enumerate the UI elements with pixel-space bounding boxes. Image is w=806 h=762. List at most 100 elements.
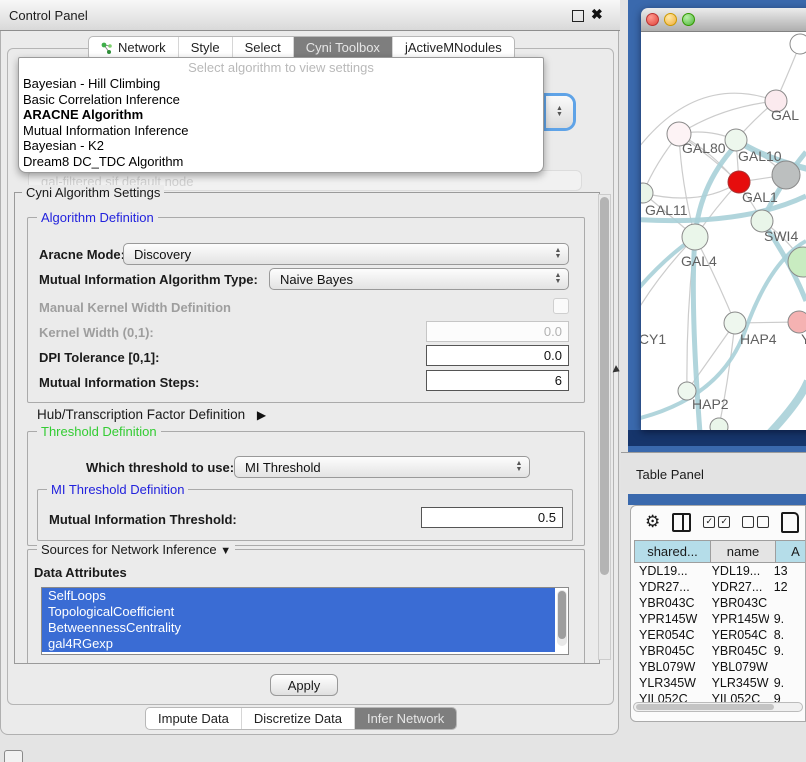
tab-style-label: Style bbox=[191, 40, 220, 55]
table-cell: 13 bbox=[769, 563, 806, 579]
network-canvas[interactable]: GALGAL80GAL10GAL1GAL11SWI4GAL4GCY1HAP4YH… bbox=[641, 32, 806, 430]
network-edge-thick[interactable] bbox=[770, 381, 806, 430]
tab-jactivemnodules-label: jActiveMNodules bbox=[405, 40, 502, 55]
algorithm-combo-stepper[interactable]: ▲▼ bbox=[546, 96, 573, 128]
dpi-tolerance-label: DPI Tolerance [0,1]: bbox=[39, 350, 159, 365]
apply-button[interactable]: Apply bbox=[270, 674, 338, 696]
select-all-icon[interactable]: ✓ ✓ bbox=[703, 516, 730, 528]
table-header-row: shared...nameA bbox=[634, 540, 806, 563]
table-cell: YLR345W bbox=[634, 675, 707, 691]
minimize-traffic-icon[interactable] bbox=[664, 13, 677, 26]
table-cell: 12 bbox=[769, 579, 806, 595]
settings-scrollbar[interactable] bbox=[598, 194, 611, 660]
settings-scrollbar-thumb[interactable] bbox=[600, 197, 609, 575]
table-row[interactable]: YDL19...YDL19...13 bbox=[634, 563, 806, 579]
kernel-width-field[interactable]: 0.0 bbox=[426, 321, 569, 342]
algorithm-dropdown-list: Select algorithm to view settings Bayesi… bbox=[18, 57, 544, 173]
zoom-traffic-icon[interactable] bbox=[682, 13, 695, 26]
mi-threshold-title: MI Threshold Definition bbox=[47, 482, 188, 497]
table-toolbar: ⚙ ✓ ✓ bbox=[631, 506, 806, 538]
network-node-label: HAP4 bbox=[740, 331, 777, 347]
tab-discretize-data[interactable]: Discretize Data bbox=[242, 708, 355, 729]
new-table-icon[interactable] bbox=[781, 512, 799, 533]
network-edge[interactable] bbox=[679, 101, 776, 134]
algorithm-option[interactable]: Basic Correlation Inference bbox=[19, 92, 543, 108]
table-row[interactable]: YPR145WYPR145W9. bbox=[634, 611, 806, 627]
aracne-mode-value: Discovery bbox=[124, 247, 550, 262]
float-window-icon[interactable] bbox=[572, 10, 584, 22]
split-columns-icon[interactable] bbox=[672, 513, 691, 532]
dpi-tolerance-field[interactable]: 0.0 bbox=[426, 345, 569, 366]
table-cell bbox=[769, 595, 806, 611]
list-scrollbar-thumb[interactable] bbox=[558, 591, 566, 639]
network-edge[interactable] bbox=[641, 237, 695, 323]
expand-right-icon: ▶ bbox=[257, 408, 266, 422]
tab-infer-network[interactable]: Infer Network bbox=[355, 708, 456, 729]
threshold-definition-title: Threshold Definition bbox=[37, 424, 161, 439]
network-edge[interactable] bbox=[695, 237, 735, 323]
table-cell: 9. bbox=[769, 611, 806, 627]
table-cell: YLR345W bbox=[707, 675, 769, 691]
list-scrollbar[interactable] bbox=[557, 590, 567, 646]
tab-impute-data-label: Impute Data bbox=[158, 711, 229, 726]
network-node[interactable] bbox=[710, 418, 728, 430]
network-node[interactable] bbox=[790, 34, 806, 54]
close-icon[interactable]: ✖ bbox=[591, 6, 603, 23]
hub-definition-toggle[interactable]: Hub/Transcription Factor Definition ▶ bbox=[37, 407, 266, 422]
sources-toggle[interactable]: Sources for Network Inference ▼ bbox=[37, 542, 235, 557]
algorithm-option[interactable]: Bayesian - Hill Climbing bbox=[19, 76, 543, 92]
network-graph[interactable]: GALGAL80GAL10GAL1GAL11SWI4GAL4GCY1HAP4YH… bbox=[641, 32, 806, 430]
algorithm-option[interactable]: Bayesian - K2 bbox=[19, 138, 543, 154]
table-row[interactable]: YDR27...YDR27...12 bbox=[634, 579, 806, 595]
settings-group-title: Cyni Algorithm Settings bbox=[22, 185, 164, 200]
network-node-label: Y bbox=[801, 331, 806, 347]
network-node[interactable] bbox=[682, 224, 708, 250]
network-window-titlebar[interactable] bbox=[641, 8, 806, 32]
table-cell: 9. bbox=[769, 675, 806, 691]
aracne-mode-combo[interactable]: Discovery ▲▼ bbox=[123, 243, 569, 265]
table-h-scrollbar[interactable] bbox=[633, 702, 803, 712]
table-h-scrollbar-thumb[interactable] bbox=[636, 704, 774, 710]
data-attribute-item[interactable]: gal4RGexp bbox=[42, 636, 555, 652]
table-cell: YPR145W bbox=[634, 611, 707, 627]
algorithm-option[interactable]: Mutual Information Inference bbox=[19, 123, 543, 139]
close-traffic-icon[interactable] bbox=[646, 13, 659, 26]
control-panel-titlebar[interactable]: Control Panel ✖ bbox=[0, 0, 620, 31]
table-row[interactable]: YBR043CYBR043C bbox=[634, 595, 806, 611]
table-cell: YDR27... bbox=[707, 579, 769, 595]
deselect-all-icon[interactable] bbox=[742, 516, 769, 528]
data-attribute-item[interactable]: TopologicalCoefficient bbox=[42, 604, 555, 620]
tab-impute-data[interactable]: Impute Data bbox=[146, 708, 242, 729]
table-panel-titlebar[interactable]: Table Panel bbox=[621, 452, 806, 493]
algorithm-option[interactable]: ARACNE Algorithm bbox=[19, 107, 543, 123]
table-cell: YPR145W bbox=[707, 611, 769, 627]
node-table-panel: ⚙ ✓ ✓ shared...nameA YDL19...YDL19...13Y… bbox=[630, 505, 806, 722]
table-row[interactable]: YLR345WYLR345W9. bbox=[634, 675, 806, 691]
table-row[interactable]: YBL079WYBL079W bbox=[634, 659, 806, 675]
which-threshold-combo[interactable]: MI Threshold ▲▼ bbox=[234, 456, 530, 478]
data-attribute-item[interactable]: SelfLoops bbox=[42, 588, 555, 604]
column-header[interactable]: name bbox=[711, 541, 776, 563]
table-row[interactable]: YER054CYER054C8. bbox=[634, 627, 806, 643]
network-edge[interactable] bbox=[643, 182, 739, 198]
network-node-label: GAL10 bbox=[738, 148, 782, 164]
table-row[interactable]: YBR045CYBR045C9. bbox=[634, 643, 806, 659]
network-node[interactable] bbox=[772, 161, 800, 189]
column-header[interactable]: shared... bbox=[635, 541, 711, 563]
mi-type-combo[interactable]: Naive Bayes ▲▼ bbox=[269, 268, 569, 290]
data-attribute-item[interactable]: BetweennessCentrality bbox=[42, 620, 555, 636]
column-header[interactable]: A bbox=[776, 541, 806, 563]
gear-icon[interactable]: ⚙ bbox=[645, 512, 660, 532]
network-node[interactable] bbox=[788, 311, 806, 333]
mi-threshold-value: 0.5 bbox=[538, 510, 556, 525]
network-window[interactable]: GALGAL80GAL10GAL1GAL11SWI4GAL4GCY1HAP4YH… bbox=[641, 8, 806, 430]
mi-steps-field[interactable]: 6 bbox=[426, 370, 569, 391]
data-attributes-label: Data Attributes bbox=[34, 565, 127, 580]
table-cell: YDR27... bbox=[634, 579, 707, 595]
data-attributes-list[interactable]: SelfLoopsTopologicalCoefficientBetweenne… bbox=[41, 587, 569, 655]
manual-kernel-checkbox[interactable] bbox=[553, 298, 569, 314]
mi-threshold-field[interactable]: 0.5 bbox=[421, 507, 563, 528]
application-window: Control Panel ✖ Network Style Select Cyn… bbox=[0, 0, 806, 762]
algorithm-option[interactable]: Dream8 DC_TDC Algorithm bbox=[19, 154, 543, 170]
docked-panel-icon[interactable] bbox=[4, 750, 23, 762]
